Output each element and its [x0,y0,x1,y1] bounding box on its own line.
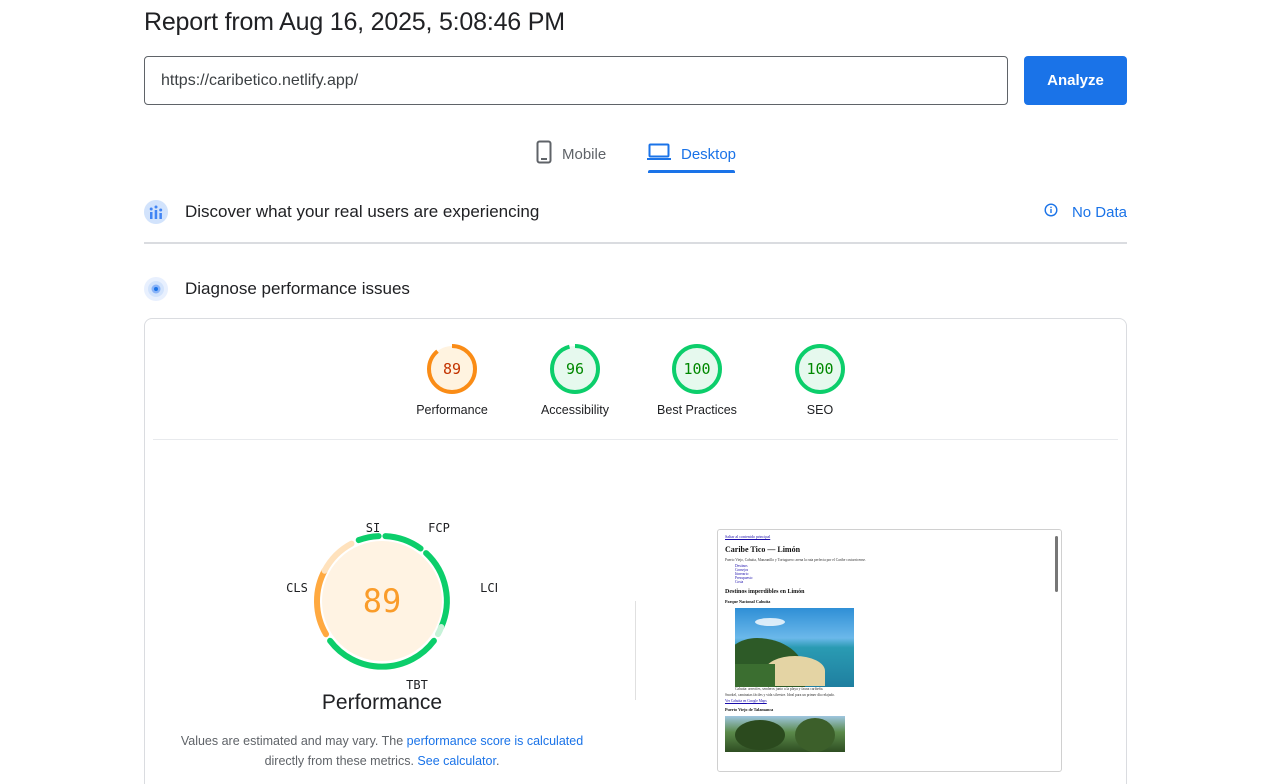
url-input[interactable] [144,56,1008,105]
tab-desktop[interactable]: Desktop [647,134,736,174]
screenshot-heading: Caribe Tico — Limón [725,545,801,554]
gauge-seo[interactable]: 100 SEO [760,343,880,417]
screenshot-lead: Puerto Viejo, Cahuita, Manzanillo y Tort… [725,558,866,562]
gauge-accessibility[interactable]: 96 Accessibility [515,343,635,417]
gauge-performance-ring: 89 [427,344,477,394]
metric-label-fcp: FCP [428,521,450,535]
lab-data-title: Diagnose performance issues [185,279,410,298]
vertical-divider [635,601,636,700]
note-suffix: . [495,754,500,768]
no-data-link[interactable]: No Data [1044,203,1127,221]
gauge-best-practices-ring: 100 [672,344,722,394]
lcp-remaining-arc [435,624,445,638]
gauge-seo-ring: 100 [795,344,845,394]
final-screenshot[interactable]: Saltar al contenido principal Caribe Tic… [717,529,1062,772]
performance-score-value: 89 [363,582,402,620]
active-tab-indicator [648,170,735,173]
gauge-best-practices-value: 100 [683,360,710,378]
gauge-seo-label: SEO [806,403,834,417]
metric-label-cls: CLS [286,581,308,595]
gauge-best-practices-label: Best Practices [657,403,737,417]
tab-mobile[interactable]: Mobile [536,134,606,174]
screenshot-dest2-title: Puerto Viejo de Talamanca [725,707,774,712]
screenshot-nav-item: Costa [735,580,744,584]
no-data-label: No Data [1071,203,1127,221]
screenshot-skip-link: Saltar al contenido principal [725,534,771,539]
scores-divider [153,439,1118,440]
lab-results-card: 89 Performance 96 Accessibility 100 Best… [144,318,1127,784]
gauge-best-practices[interactable]: 100 Best Practices [637,343,757,417]
tab-desktop-label: Desktop [681,145,737,163]
screenshot-nav: Destinos Consejos Itinerario Presupuesto… [735,564,1047,584]
screenshot-beach-image [735,608,854,687]
note-prefix: Values are estimated and may vary. The [180,734,404,748]
screenshot-dest1-caption: Cahuita: arrecifes, senderos junto a la … [735,687,824,691]
mobile-phone-icon [536,140,552,168]
users-chart-icon [144,200,168,224]
report-title: Report from Aug 16, 2025, 5:08:46 PM [144,8,565,36]
analyze-button[interactable]: Analyze [1024,56,1127,105]
metric-label-si: SI [366,521,380,535]
si-arc [355,533,382,544]
screenshot-section-heading: Destinos imperdibles en Limón [725,589,805,595]
gauge-accessibility-label: Accessibility [540,403,610,417]
gauge-accessibility-value: 96 [566,360,584,378]
metric-label-tbt: TBT [406,678,428,692]
gauge-performance-value: 89 [443,360,461,378]
laptop-icon [647,143,671,165]
performance-title: Performance [321,691,443,714]
diagnose-target-icon [144,277,168,301]
screenshot-scrollbar [1055,536,1058,592]
gauge-performance-label: Performance [416,403,488,417]
note-mid: directly from these metrics. [264,754,414,768]
info-icon [1044,203,1058,221]
section-divider [144,242,1127,244]
gauge-performance[interactable]: 89 Performance [392,343,512,417]
screenshot-dest1-link: Ver Cahuita en Google Maps [725,699,767,703]
lab-data-section: Diagnose performance issues [144,273,1127,305]
tab-mobile-label: Mobile [562,145,607,163]
field-data-section: Discover what your real users are experi… [144,196,1127,228]
gauge-seo-value: 100 [806,360,833,378]
performance-note: Values are estimated and may vary. The p… [165,731,599,771]
screenshot-palm-image [725,716,845,752]
performance-metrics-gauge: 89 SI FCP LCP TBT CLS [286,521,497,692]
performance-score-calculated-link[interactable]: performance score is calculated [407,734,583,748]
screenshot-dest1-title: Parque Nacional Cahuita [725,599,771,604]
metric-label-lcp: LCP [480,581,497,595]
see-calculator-link[interactable]: See calculator [417,754,496,768]
field-data-title: Discover what your real users are experi… [185,202,540,221]
gauge-accessibility-ring: 96 [550,344,600,394]
screenshot-dest1-desc: Snorkel, caminatas fáciles y vida silves… [725,693,835,697]
